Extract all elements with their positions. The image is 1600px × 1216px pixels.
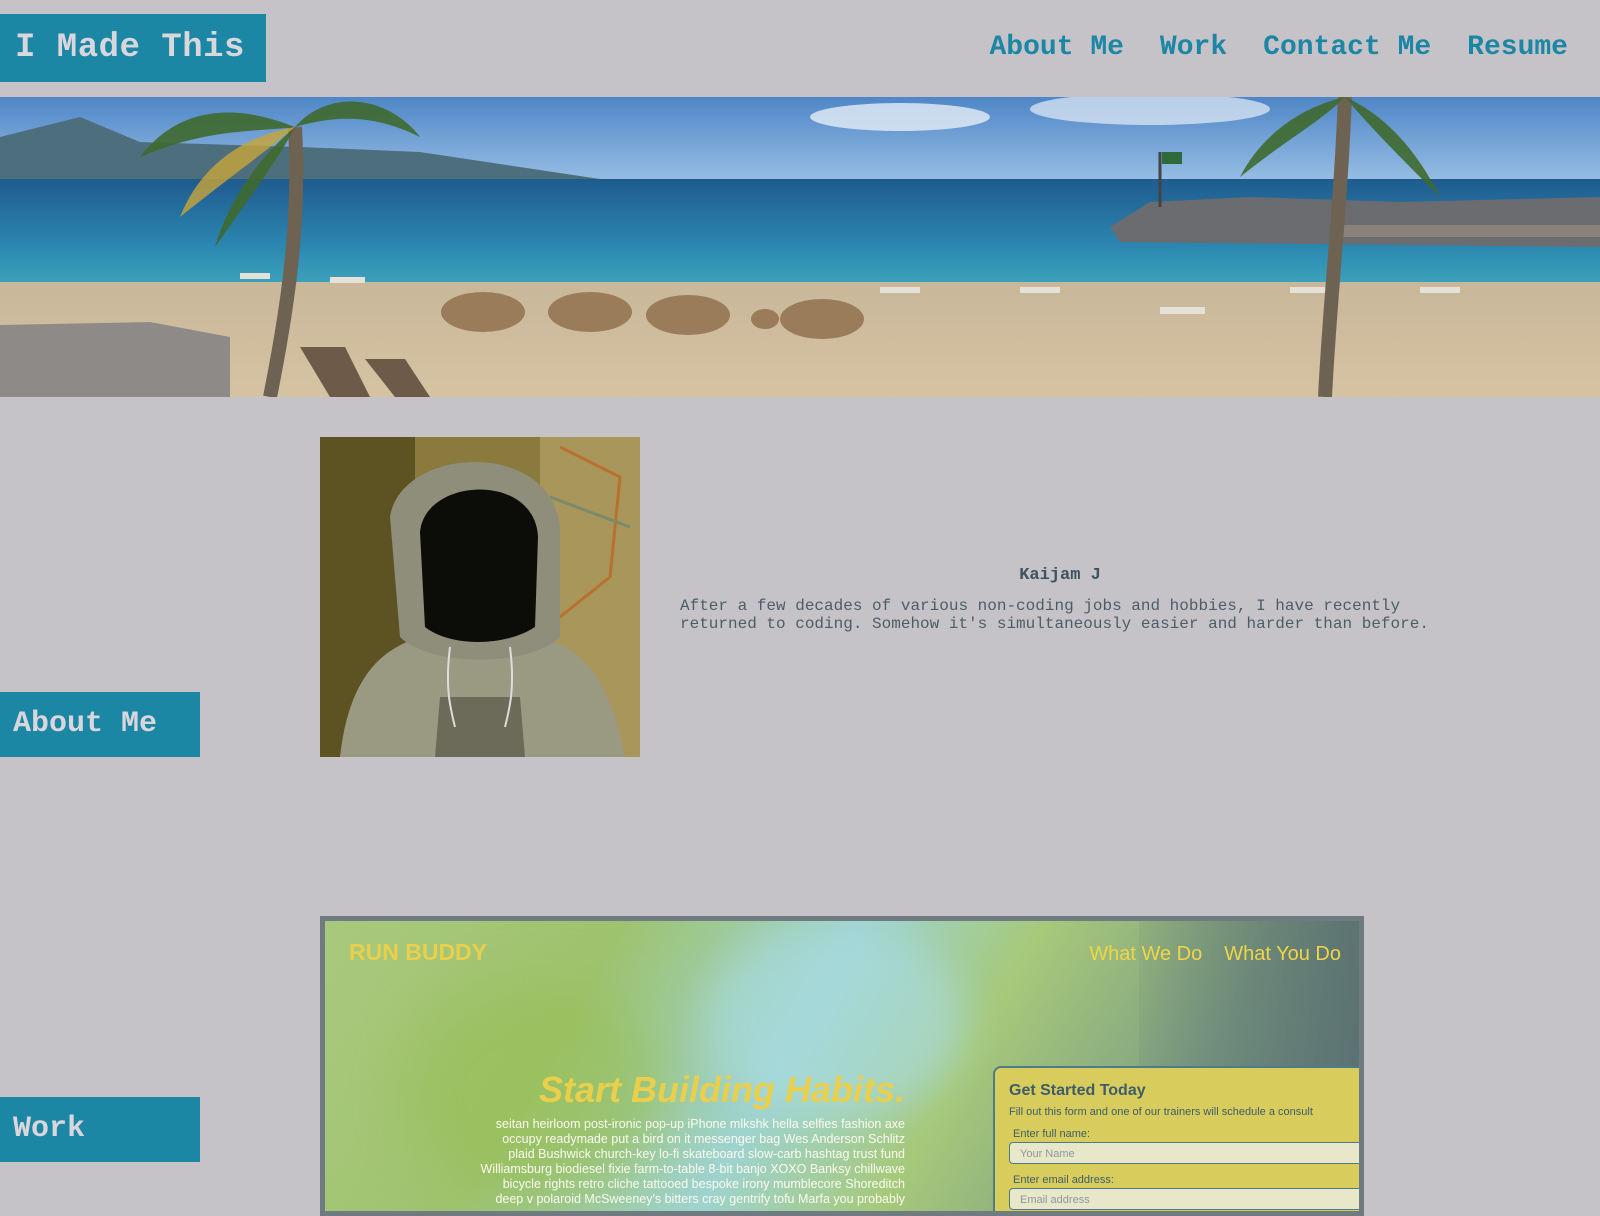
email-field: Email address bbox=[1009, 1188, 1359, 1210]
project-logo: RUN BUDDY bbox=[349, 939, 487, 965]
hero-image bbox=[0, 97, 1600, 397]
name-label: Enter full name: bbox=[1013, 1128, 1091, 1140]
section-label-about: About Me bbox=[0, 692, 200, 757]
project-nav-what-we-do: What We Do bbox=[1089, 943, 1203, 965]
nav-work[interactable]: Work bbox=[1160, 28, 1227, 68]
site-logo[interactable]: I Made This bbox=[0, 14, 266, 82]
section-label-work: Work bbox=[0, 1097, 200, 1162]
nav-about-me[interactable]: About Me bbox=[990, 28, 1124, 68]
project-nav: What We Do What You Do bbox=[1067, 943, 1341, 966]
form-title: Get Started Today bbox=[1009, 1082, 1146, 1099]
name-field: Your Name bbox=[1009, 1142, 1359, 1164]
portrait-image bbox=[320, 437, 640, 757]
project-signup-form: Get Started Today Fill out this form and… bbox=[993, 1066, 1359, 1211]
main-nav: About Me Work Contact Me Resume bbox=[954, 28, 1569, 68]
project-preview-run-buddy[interactable]: RUN BUDDY What We Do What You Do Start B… bbox=[320, 916, 1364, 1216]
nav-resume[interactable]: Resume bbox=[1467, 28, 1568, 68]
beach-illustration bbox=[0, 97, 1600, 397]
bio-block: Kaijam J After a few decades of various … bbox=[680, 566, 1440, 633]
hooded-figure-photo bbox=[320, 437, 640, 757]
bio-text: After a few decades of various non-codin… bbox=[680, 597, 1429, 633]
form-subtitle: Fill out this form and one of our traine… bbox=[1009, 1106, 1313, 1118]
email-label: Enter email address: bbox=[1013, 1174, 1114, 1186]
profile-name: Kaijam J bbox=[1019, 566, 1101, 585]
project-headline: Start Building Habits. bbox=[538, 1069, 905, 1110]
project-body-text: seitan heirloom post-ironic pop-up iPhon… bbox=[480, 1117, 905, 1206]
nav-contact-me[interactable]: Contact Me bbox=[1263, 28, 1431, 68]
project-nav-what-you-do: What You Do bbox=[1224, 943, 1341, 965]
